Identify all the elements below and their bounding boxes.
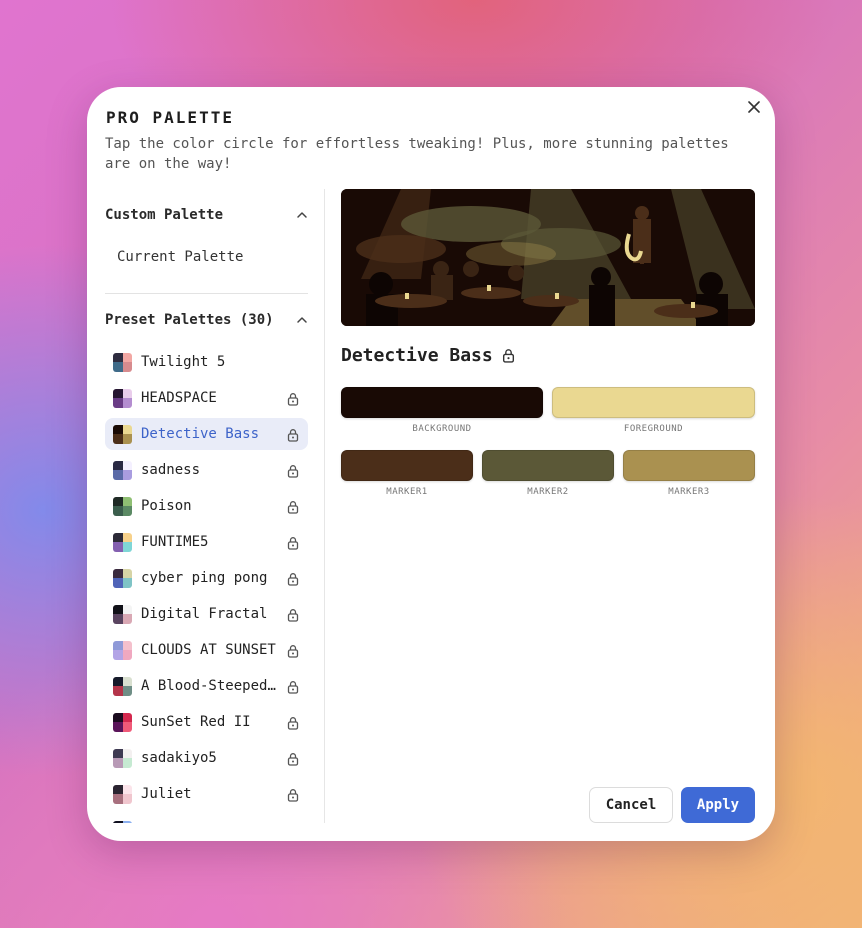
palette-item[interactable]: sadness	[105, 454, 308, 486]
lock-icon	[286, 535, 300, 550]
palette-item-name: FUNTIME5	[141, 534, 209, 550]
palette-item[interactable]: Twilight 5	[105, 346, 308, 378]
palette-swatch	[113, 352, 132, 372]
preset-palette-list: Twilight 5 HEADSPACE Detective Bass sadness…	[105, 346, 308, 823]
current-palette-item[interactable]: Current Palette	[117, 249, 243, 265]
palette-swatch	[113, 460, 132, 480]
chevron-up-icon	[297, 317, 307, 323]
preset-palettes-heading: Preset Palettes (30)	[105, 312, 274, 328]
palette-title: Detective Bass	[341, 345, 516, 366]
marker3-color-swatch[interactable]	[623, 450, 755, 481]
palette-swatch	[113, 748, 132, 768]
marker1-color-swatch[interactable]	[341, 450, 473, 481]
palette-item[interactable]: cyber ping pong	[105, 562, 308, 594]
palette-sidebar: Custom Palette Current Palette Preset Pa…	[105, 189, 325, 823]
foreground-color-label: FOREGROUND	[623, 424, 684, 434]
palette-item-name: Juliet	[141, 786, 192, 802]
palette-item[interactable]: Poison	[105, 490, 308, 522]
palette-item-name: sadakiyo5	[141, 750, 217, 766]
section-divider	[105, 293, 308, 294]
marker2-color-label: MARKER2	[527, 487, 569, 497]
lock-icon	[502, 349, 514, 363]
palette-preview-image	[341, 189, 755, 326]
marker2-color-swatch[interactable]	[482, 450, 614, 481]
marker1-color-label: MARKER1	[386, 487, 428, 497]
foreground-color-chip[interactable]: FOREGROUND	[552, 387, 755, 434]
palette-item[interactable]: A Blood-Steeped Wilderness	[105, 670, 308, 702]
dialog-subtitle: Tap the color circle for effortless twea…	[105, 136, 729, 172]
marker3-color-label: MARKER3	[668, 487, 710, 497]
lock-icon	[286, 571, 300, 586]
palette-item[interactable]: Juliet	[105, 778, 308, 810]
cancel-button[interactable]: Cancel	[589, 787, 673, 823]
marker2-color-chip[interactable]: MARKER2	[482, 450, 614, 497]
dialog-title: PRO PALETTE	[106, 108, 234, 127]
palette-item[interactable]: FUNTIME5	[105, 526, 308, 558]
foreground-color-swatch[interactable]	[552, 387, 755, 418]
lock-icon	[286, 463, 300, 478]
background-color-swatch[interactable]	[341, 387, 543, 418]
palette-swatch	[113, 784, 132, 804]
palette-item[interactable]: HEADSPACE	[105, 382, 308, 414]
palette-item-name: sadness	[141, 462, 201, 478]
palette-item-name: Digital Fractal	[141, 606, 268, 622]
pro-palette-dialog: PRO PALETTE Tap the color circle for eff…	[87, 87, 775, 841]
apply-button[interactable]: Apply	[681, 787, 755, 823]
palette-swatch	[113, 820, 132, 823]
lock-icon	[286, 787, 300, 802]
background-color-label: BACKGROUND	[412, 424, 472, 434]
palette-item-name: cyber ping pong	[141, 570, 268, 586]
close-button[interactable]	[744, 97, 764, 117]
chevron-up-icon	[297, 212, 307, 218]
panel-divider	[324, 189, 325, 823]
lock-icon	[286, 607, 300, 622]
lock-icon	[286, 751, 300, 766]
palette-item-name: SunSet Red II	[141, 714, 251, 730]
palette-item[interactable]: SunSet Red II	[105, 706, 308, 738]
palette-item[interactable]	[105, 814, 308, 823]
palette-swatch	[113, 676, 132, 696]
palette-swatch	[113, 604, 132, 624]
lock-icon	[286, 715, 300, 730]
custom-palette-heading: Custom Palette	[105, 207, 224, 223]
close-icon	[748, 101, 760, 113]
palette-swatch	[113, 388, 132, 408]
palette-swatch	[113, 712, 132, 732]
palette-item-name: CLOUDS AT SUNSET	[141, 642, 276, 658]
lock-icon	[286, 391, 300, 406]
palette-item[interactable]: CLOUDS AT SUNSET	[105, 634, 308, 666]
palette-item[interactable]: sadakiyo5	[105, 742, 308, 774]
palette-name: Detective Bass	[341, 345, 493, 366]
custom-palette-header[interactable]: Custom Palette	[105, 203, 308, 227]
palette-item-name: HEADSPACE	[141, 390, 217, 406]
palette-swatch	[113, 532, 132, 552]
lock-icon	[286, 499, 300, 514]
palette-swatch	[113, 424, 132, 444]
palette-swatch	[113, 640, 132, 660]
lock-icon	[286, 679, 300, 694]
palette-item[interactable]: Digital Fractal	[105, 598, 308, 630]
preset-palettes-header[interactable]: Preset Palettes (30)	[105, 308, 308, 332]
palette-item-name: Detective Bass	[141, 426, 260, 442]
lock-icon	[286, 643, 300, 658]
palette-swatch	[113, 568, 132, 588]
palette-swatch	[113, 496, 132, 516]
palette-item[interactable]: Detective Bass	[105, 418, 308, 450]
palette-item-name: Poison	[141, 498, 192, 514]
marker1-color-chip[interactable]: MARKER1	[341, 450, 473, 497]
palette-item-name: Twilight 5	[141, 354, 226, 370]
lock-icon	[286, 427, 300, 442]
marker3-color-chip[interactable]: MARKER3	[623, 450, 755, 497]
background-color-chip[interactable]: BACKGROUND	[341, 387, 543, 434]
palette-detail: Detective Bass BACKGROUND FOREGROUND MAR…	[341, 189, 755, 497]
palette-item-name: A Blood-Steeped Wilderness	[141, 678, 282, 694]
